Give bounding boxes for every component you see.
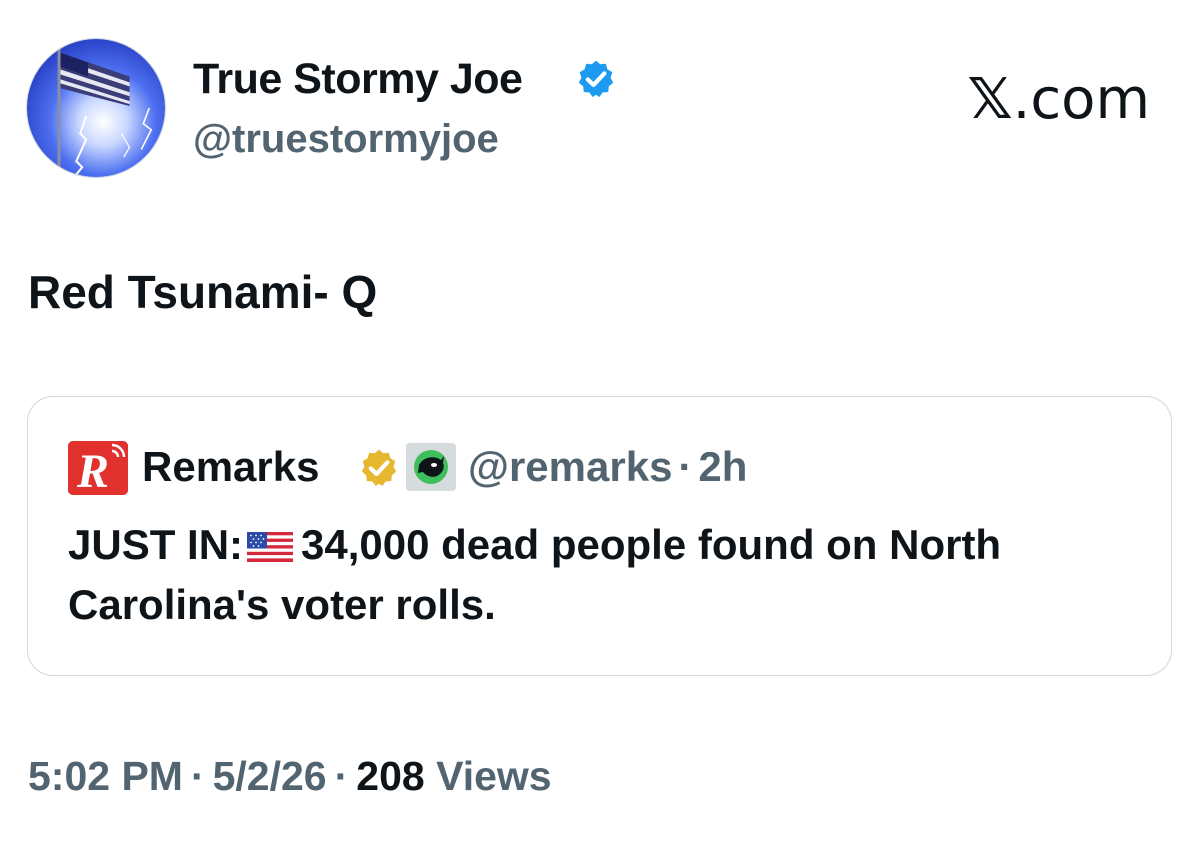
quoted-author-handle[interactable]: @remarks: [468, 443, 672, 490]
views-count: 208: [356, 753, 425, 799]
author-handle[interactable]: @truestormyjoe: [193, 113, 499, 165]
meta-separator: ·: [678, 443, 693, 490]
quoted-author-name[interactable]: Remarks: [142, 441, 319, 493]
post-time[interactable]: 5:02 PM: [28, 753, 183, 799]
site-logo-suffix: .com: [1012, 67, 1150, 132]
gold-check-icon: [358, 447, 400, 489]
blue-check-icon: [575, 58, 617, 100]
quoted-meta: @remarks · 2h: [468, 441, 747, 493]
post-footer: 5:02 PM · 5/2/26 · 208 Views: [28, 748, 552, 804]
quoted-post-age[interactable]: 2h: [698, 443, 747, 490]
us-flag-emoji: [247, 532, 294, 562]
footer-separator: ·: [190, 753, 205, 799]
quoted-text-prefix: JUST IN:: [68, 521, 244, 568]
views-label: Views: [436, 753, 552, 799]
svg-text:R: R: [76, 445, 109, 495]
post-date[interactable]: 5/2/26: [213, 753, 327, 799]
x-logo: 𝕏.com: [967, 68, 1150, 132]
quoted-post-card[interactable]: R Remarks @remarks · 2h JUST IN: 34,000 …: [27, 396, 1172, 676]
quoted-post-text: JUST IN: 34,000 dead people found on Nor…: [68, 515, 1128, 635]
remarks-logo[interactable]: R: [68, 441, 128, 495]
author-avatar[interactable]: [26, 38, 166, 178]
tweet-text: Red Tsunami- Q: [28, 266, 378, 318]
x-mark-icon: 𝕏: [967, 67, 1013, 132]
author-display-name[interactable]: True Stormy Joe: [193, 52, 523, 106]
footer-separator: ·: [334, 753, 349, 799]
orca-affiliate-icon[interactable]: [406, 443, 456, 491]
